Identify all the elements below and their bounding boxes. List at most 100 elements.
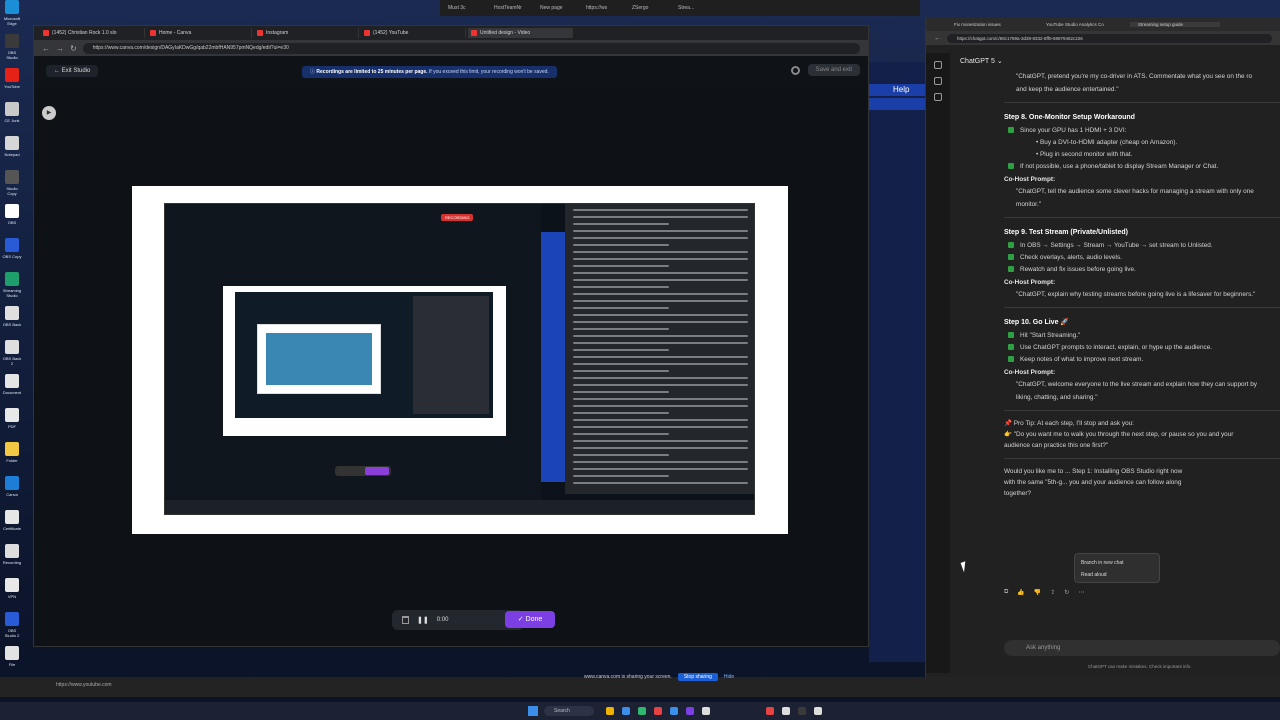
pause-icon[interactable]: ❚❚	[417, 616, 429, 624]
desktop-icon[interactable]: CE Junk	[2, 102, 22, 128]
thumbs-up-icon[interactable]: 👍	[1017, 589, 1024, 596]
browser-tab[interactable]: Home - Canva	[147, 28, 252, 38]
chrome-icon[interactable]	[654, 707, 662, 715]
desktop-icon[interactable]: Microsoft Edge	[2, 0, 22, 26]
app-icon[interactable]	[670, 707, 678, 715]
background-tab[interactable]: https://ws	[586, 5, 628, 11]
share-icon[interactable]: ⇪	[1050, 589, 1055, 596]
app-icon	[5, 612, 19, 626]
browser-tab[interactable]: Instagram	[254, 28, 359, 38]
more-icon[interactable]: ⋯	[1078, 589, 1084, 596]
obs-icon[interactable]	[798, 707, 806, 715]
bottom-url[interactable]: https://www.youtube.com	[56, 682, 112, 688]
reload-icon[interactable]: ↻	[70, 44, 77, 53]
edge-icon[interactable]	[622, 707, 630, 715]
desktop-icon[interactable]: OBS Copy	[2, 238, 22, 264]
app-icon[interactable]	[686, 707, 694, 715]
app-icon[interactable]	[814, 707, 822, 715]
background-tab[interactable]: HostTeamNr	[494, 5, 536, 11]
desktop-icon[interactable]: Streaming Studio	[2, 272, 22, 298]
menu-item-branch[interactable]: Branch in new chat	[1081, 557, 1153, 569]
save-and-exit-button[interactable]: Save and exit	[807, 64, 860, 76]
middle-window-strip	[869, 62, 925, 662]
preview-nested-screen	[235, 292, 493, 418]
desktop-icon[interactable]: OBS Back 2	[2, 340, 22, 366]
middle-toolbar	[869, 98, 925, 110]
app-icon	[5, 510, 19, 524]
forward-icon[interactable]: →	[56, 44, 64, 53]
preview-text-line	[573, 363, 748, 365]
start-icon[interactable]	[528, 706, 538, 716]
done-button[interactable]: ✓ Done	[505, 611, 555, 628]
search-icon[interactable]	[934, 77, 942, 85]
menu-item-read-aloud[interactable]: Read aloud	[1081, 569, 1153, 581]
desktop-icon[interactable]: OBS Studio 2	[2, 612, 22, 638]
app-icon	[5, 646, 19, 660]
back-icon[interactable]: ←	[42, 44, 50, 53]
desktop-icon-label: Certificate	[2, 526, 21, 531]
preview-canva-window	[165, 204, 541, 514]
thumbs-down-icon[interactable]: 👎	[1034, 589, 1041, 596]
desktop-icon[interactable]: File	[2, 646, 22, 672]
desktop-icon-label: OBS	[7, 220, 17, 225]
canva-url-bar[interactable]: https://www.canva.com/design/DAGyIaKDwGg…	[82, 42, 860, 54]
chatgpt-url-bar[interactable]: https://chatgpt.com/c/68c1789a-3d38-8332…	[947, 33, 1272, 43]
desktop-icon[interactable]: PDF	[2, 408, 22, 434]
preview-text-line	[573, 293, 748, 295]
stop-sharing-button[interactable]: Stop sharing	[677, 673, 718, 681]
desktop-icon[interactable]: OBS Studio	[2, 34, 22, 60]
browser-tab[interactable]: (1452) YouTube	[361, 28, 466, 38]
browser-tab[interactable]: Streaming setup guide	[1130, 21, 1220, 27]
preview-text-line	[573, 342, 748, 344]
disclaimer: ChatGPT can make mistakes. Check importa…	[1088, 664, 1192, 669]
regenerate-icon[interactable]: ↻	[1064, 589, 1069, 596]
app-icon[interactable]	[782, 707, 790, 715]
desktop-icon[interactable]: Document	[2, 374, 22, 400]
desktop-icon[interactable]: Certificate	[2, 510, 22, 536]
new-chat-icon[interactable]	[934, 61, 942, 69]
store-icon[interactable]	[638, 707, 646, 715]
play-circle-icon[interactable]: ▶	[42, 106, 56, 120]
file-explorer-icon[interactable]	[606, 707, 614, 715]
desktop-icon-label: File	[8, 662, 16, 667]
background-tab[interactable]: Strea...	[678, 5, 720, 11]
ask-anything-input[interactable]: Ask anything	[1004, 640, 1280, 656]
recording-timer: 0:00	[436, 617, 449, 623]
browser-tab[interactable]: Untitled design - Video	[468, 28, 573, 38]
step10-cohost-label: Co-Host Prompt:	[1004, 369, 1056, 376]
desktop-icon[interactable]: Notepad	[2, 136, 22, 162]
app-icon[interactable]	[766, 707, 774, 715]
browser-tab[interactable]: (1452) Christian Rock 1.0 slo	[40, 28, 145, 38]
desktop-icon-label: YouTube	[4, 84, 20, 89]
back-icon[interactable]: ←	[934, 35, 941, 42]
hide-button[interactable]: Hide	[724, 674, 734, 680]
app-icon	[5, 170, 19, 184]
desktop-icon[interactable]: YouTube	[2, 68, 22, 94]
library-icon[interactable]	[934, 93, 942, 101]
trash-icon[interactable]	[402, 616, 409, 624]
background-tab[interactable]: ZSergo	[632, 5, 674, 11]
preview-nested-panel	[413, 296, 489, 414]
model-selector[interactable]: ChatGPT 5 ⌄	[960, 57, 1003, 65]
desktop-icon[interactable]: OBS	[2, 204, 22, 230]
canva-tab-strip: (1452) Christian Rock 1.0 slo Home - Canv…	[34, 26, 868, 40]
copy-icon[interactable]: ⧉	[1004, 589, 1008, 596]
help-menu[interactable]: Help	[869, 84, 925, 96]
background-tab[interactable]: New page	[540, 5, 582, 11]
taskbar-search[interactable]: Search	[544, 706, 594, 716]
desktop-icon[interactable]: Recording	[2, 544, 22, 570]
app-icon[interactable]	[702, 707, 710, 715]
app-icon	[5, 544, 19, 558]
background-tab[interactable]: Must 3c	[448, 5, 490, 11]
step8-quote-1: "ChatGPT, tell the audience some clever …	[1016, 188, 1254, 195]
desktop-icon[interactable]: Studio Copy	[2, 170, 22, 196]
desktop-icon[interactable]: OBS Back	[2, 306, 22, 332]
browser-tab[interactable]: Fix monetization issues	[946, 22, 1036, 27]
desktop-icon[interactable]: Canva	[2, 476, 22, 502]
desktop-icon[interactable]: Folder	[2, 442, 22, 468]
chatgpt-tab-strip: Fix monetization issues YouTube Studio An…	[926, 17, 1280, 31]
desktop-icon[interactable]: VPN	[2, 578, 22, 604]
exit-studio-button[interactable]: ← Exit Studio	[46, 65, 99, 77]
settings-gear-icon[interactable]	[791, 66, 800, 75]
browser-tab[interactable]: YouTube Studio Analytics Co	[1038, 22, 1128, 27]
